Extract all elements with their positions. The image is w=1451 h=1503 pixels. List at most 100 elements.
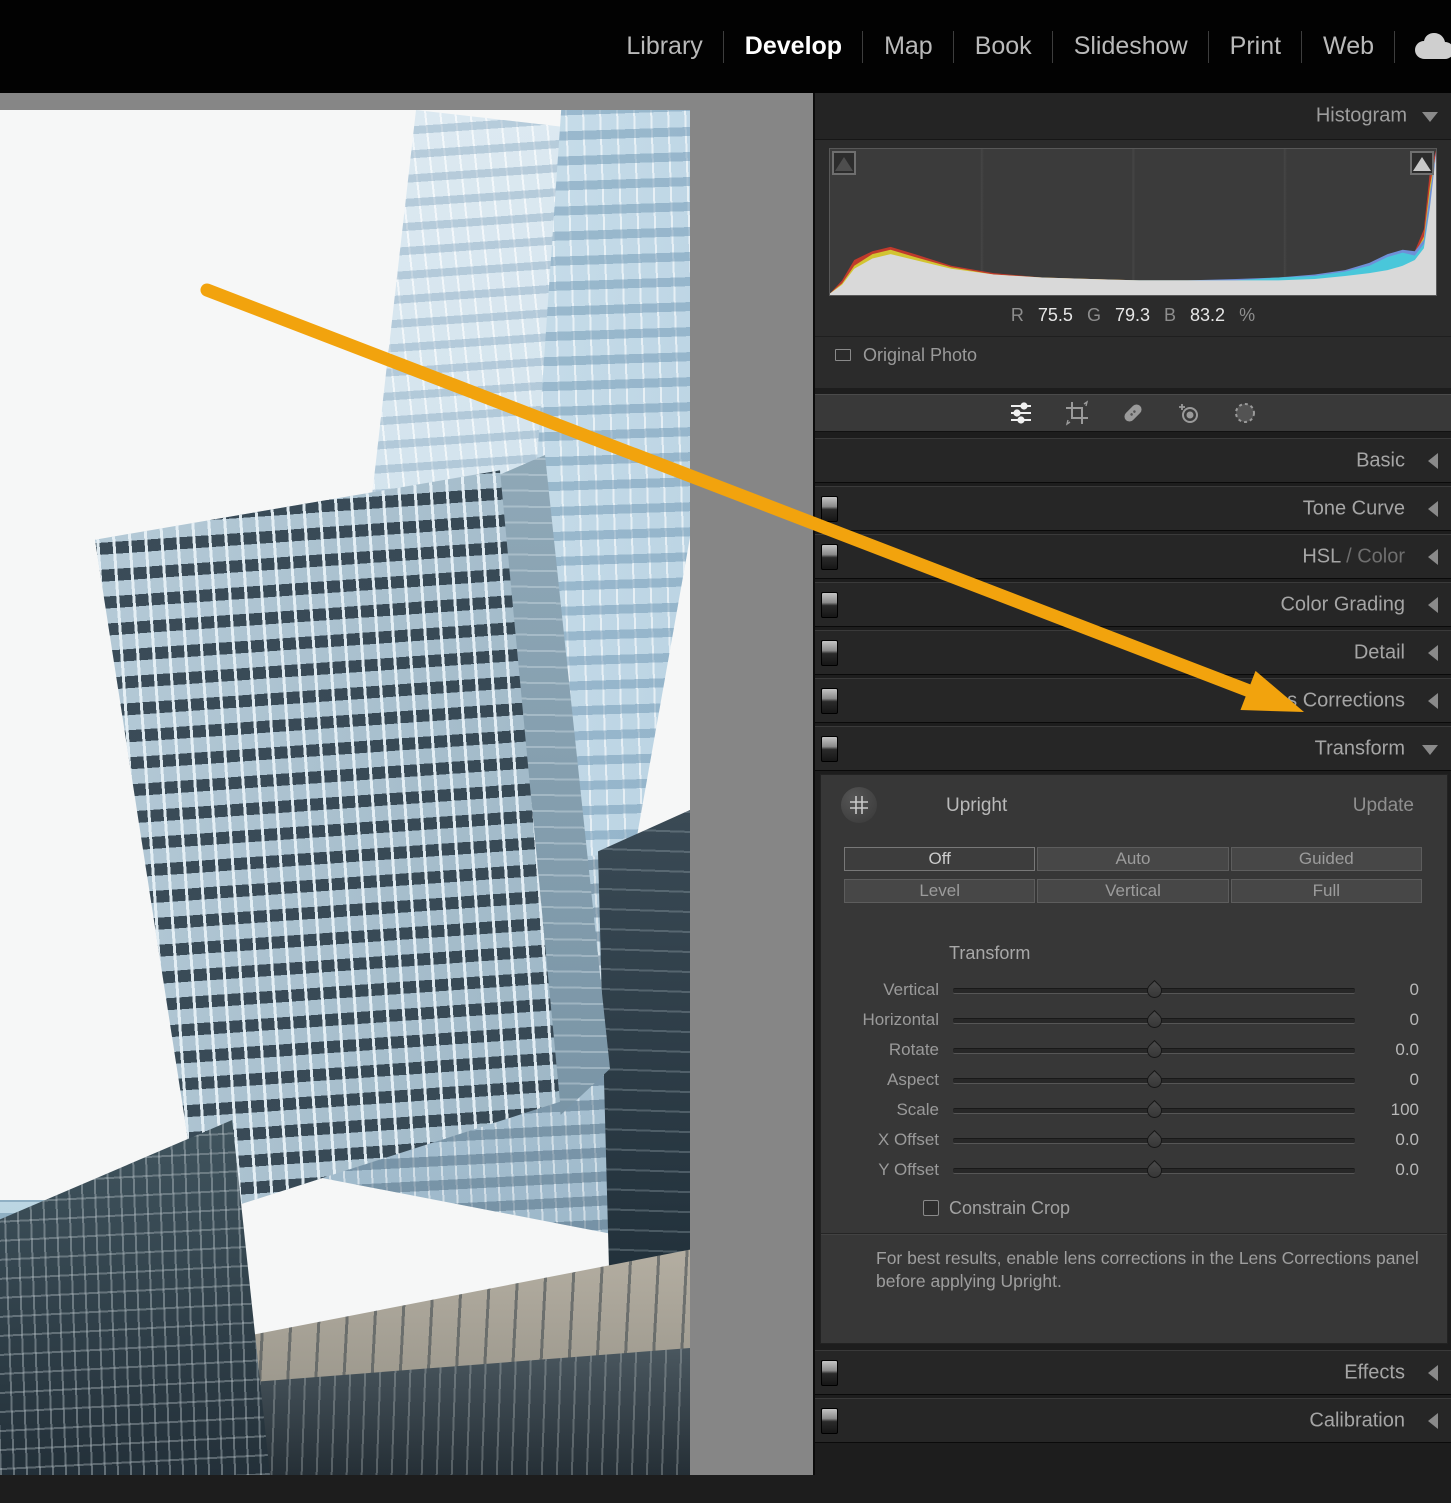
cloud-sync-icon[interactable] xyxy=(1405,27,1451,67)
slider-vertical: Vertical 0 xyxy=(821,975,1447,1005)
panel-tone-curve-label: Tone Curve xyxy=(1303,497,1405,520)
original-photo-label: Original Photo xyxy=(863,345,977,366)
slider-handle[interactable] xyxy=(1144,980,1165,1001)
slider-handle[interactable] xyxy=(1144,1130,1165,1151)
b-label: B xyxy=(1164,305,1176,326)
slider-y-offset: Y Offset 0.0 xyxy=(821,1155,1447,1185)
chevron-left-icon xyxy=(1428,1365,1438,1381)
histogram-panel-header[interactable]: Histogram xyxy=(815,93,1451,139)
chevron-down-icon xyxy=(1422,745,1438,755)
panel-enable-toggle[interactable] xyxy=(821,1408,838,1434)
slider-x-offset: X Offset 0.0 xyxy=(821,1125,1447,1155)
nav-map[interactable]: Map xyxy=(863,27,954,67)
original-photo-row[interactable]: Original Photo xyxy=(815,336,1451,373)
transform-panel-body: Upright Update Off Auto Guided Level Ver… xyxy=(820,774,1448,1344)
transform-section-label: Transform xyxy=(949,943,1030,964)
nav-book[interactable]: Book xyxy=(954,27,1053,67)
slider-value[interactable]: 0 xyxy=(1359,980,1419,1000)
panel-calibration[interactable]: Calibration xyxy=(815,1398,1451,1443)
panel-enable-toggle[interactable] xyxy=(821,592,838,618)
slider-value[interactable]: 0 xyxy=(1359,1010,1419,1030)
slider-track[interactable] xyxy=(953,1042,1355,1058)
slider-handle[interactable] xyxy=(1144,1160,1165,1181)
nav-library[interactable]: Library xyxy=(605,27,723,67)
slider-value[interactable]: 100 xyxy=(1359,1100,1419,1120)
upright-button-row-1: Off Auto Guided xyxy=(844,847,1422,871)
rgb-readout: R 75.5 G 79.3 B 83.2 % xyxy=(815,302,1451,328)
chevron-left-icon xyxy=(1428,645,1438,661)
nav-slideshow[interactable]: Slideshow xyxy=(1053,27,1209,67)
panel-enable-toggle[interactable] xyxy=(821,736,838,762)
panel-hsl-color[interactable]: HSL / Color xyxy=(815,534,1451,579)
panel-lens-corrections[interactable]: Lens Corrections xyxy=(815,678,1451,723)
g-value: 79.3 xyxy=(1115,305,1150,326)
panel-tone-curve[interactable]: Tone Curve xyxy=(815,486,1451,531)
module-nav: Library Develop Map Book Slideshow Print… xyxy=(605,0,1451,93)
slider-track[interactable] xyxy=(953,982,1355,998)
histogram-title: Histogram xyxy=(1316,105,1407,128)
tool-strip xyxy=(815,394,1451,432)
update-button[interactable]: Update xyxy=(1353,795,1414,817)
crop-overlay-icon[interactable] xyxy=(1064,400,1090,426)
nav-web[interactable]: Web xyxy=(1302,27,1395,67)
hsl-label: HSL xyxy=(1302,545,1340,567)
nav-print[interactable]: Print xyxy=(1209,27,1302,67)
histogram-chart[interactable] xyxy=(829,148,1437,296)
panel-basic-label: Basic xyxy=(1356,449,1405,472)
upright-auto-button[interactable]: Auto xyxy=(1037,847,1228,871)
panel-enable-toggle[interactable] xyxy=(821,640,838,666)
healing-brush-icon[interactable] xyxy=(1120,400,1146,426)
panel-color-grading[interactable]: Color Grading xyxy=(815,582,1451,627)
slider-value[interactable]: 0.0 xyxy=(1359,1160,1419,1180)
slider-handle[interactable] xyxy=(1144,1040,1165,1061)
panel-enable-toggle[interactable] xyxy=(821,688,838,714)
red-eye-icon[interactable] xyxy=(1176,400,1202,426)
chevron-left-icon xyxy=(1428,693,1438,709)
nav-develop[interactable]: Develop xyxy=(724,27,863,67)
panel-enable-toggle[interactable] xyxy=(821,544,838,570)
slider-handle[interactable] xyxy=(1144,1010,1165,1031)
slider-track[interactable] xyxy=(953,1012,1355,1028)
slider-label: Y Offset xyxy=(821,1160,939,1180)
highlight-clipping-indicator[interactable] xyxy=(1410,151,1434,175)
slider-track[interactable] xyxy=(953,1102,1355,1118)
slider-track[interactable] xyxy=(953,1162,1355,1178)
panel-transform[interactable]: Transform xyxy=(815,726,1451,771)
panel-effects[interactable]: Effects xyxy=(815,1350,1451,1395)
masking-icon[interactable] xyxy=(1232,400,1258,426)
slider-horizontal: Horizontal 0 xyxy=(821,1005,1447,1035)
g-label: G xyxy=(1087,305,1101,326)
panel-effects-label: Effects xyxy=(1344,1361,1405,1384)
panel-basic[interactable]: Basic xyxy=(815,438,1451,483)
slider-track[interactable] xyxy=(953,1132,1355,1148)
slider-aspect: Aspect 0 xyxy=(821,1065,1447,1095)
upright-off-button[interactable]: Off xyxy=(844,847,1035,871)
panel-color-grading-label: Color Grading xyxy=(1280,593,1405,616)
edit-sliders-icon[interactable] xyxy=(1008,400,1034,426)
building-bottom-left xyxy=(0,1120,270,1475)
photo-preview[interactable] xyxy=(0,110,690,1475)
panel-detail[interactable]: Detail xyxy=(815,630,1451,675)
slider-handle[interactable] xyxy=(1144,1070,1165,1091)
slider-handle[interactable] xyxy=(1144,1100,1165,1121)
photo-state-icon xyxy=(835,349,851,361)
chevron-left-icon xyxy=(1428,501,1438,517)
panel-calibration-label: Calibration xyxy=(1309,1409,1405,1432)
slider-track[interactable] xyxy=(953,1072,1355,1088)
upright-guided-button[interactable]: Guided xyxy=(1231,847,1422,871)
upright-level-button[interactable]: Level xyxy=(844,879,1035,903)
upright-full-button[interactable]: Full xyxy=(1231,879,1422,903)
upright-note: For best results, enable lens correction… xyxy=(876,1247,1425,1293)
upright-grid-icon[interactable] xyxy=(841,787,877,823)
chevron-left-icon xyxy=(1428,1413,1438,1429)
constrain-crop-label: Constrain Crop xyxy=(949,1198,1070,1219)
panel-enable-toggle[interactable] xyxy=(821,1360,838,1386)
panel-enable-toggle[interactable] xyxy=(821,496,838,522)
slider-label: Rotate xyxy=(821,1040,939,1060)
slider-value[interactable]: 0.0 xyxy=(1359,1130,1419,1150)
shadow-clipping-indicator[interactable] xyxy=(832,151,856,175)
constrain-crop-checkbox[interactable] xyxy=(923,1200,939,1216)
slider-value[interactable]: 0.0 xyxy=(1359,1040,1419,1060)
slider-value[interactable]: 0 xyxy=(1359,1070,1419,1090)
upright-vertical-button[interactable]: Vertical xyxy=(1037,879,1228,903)
